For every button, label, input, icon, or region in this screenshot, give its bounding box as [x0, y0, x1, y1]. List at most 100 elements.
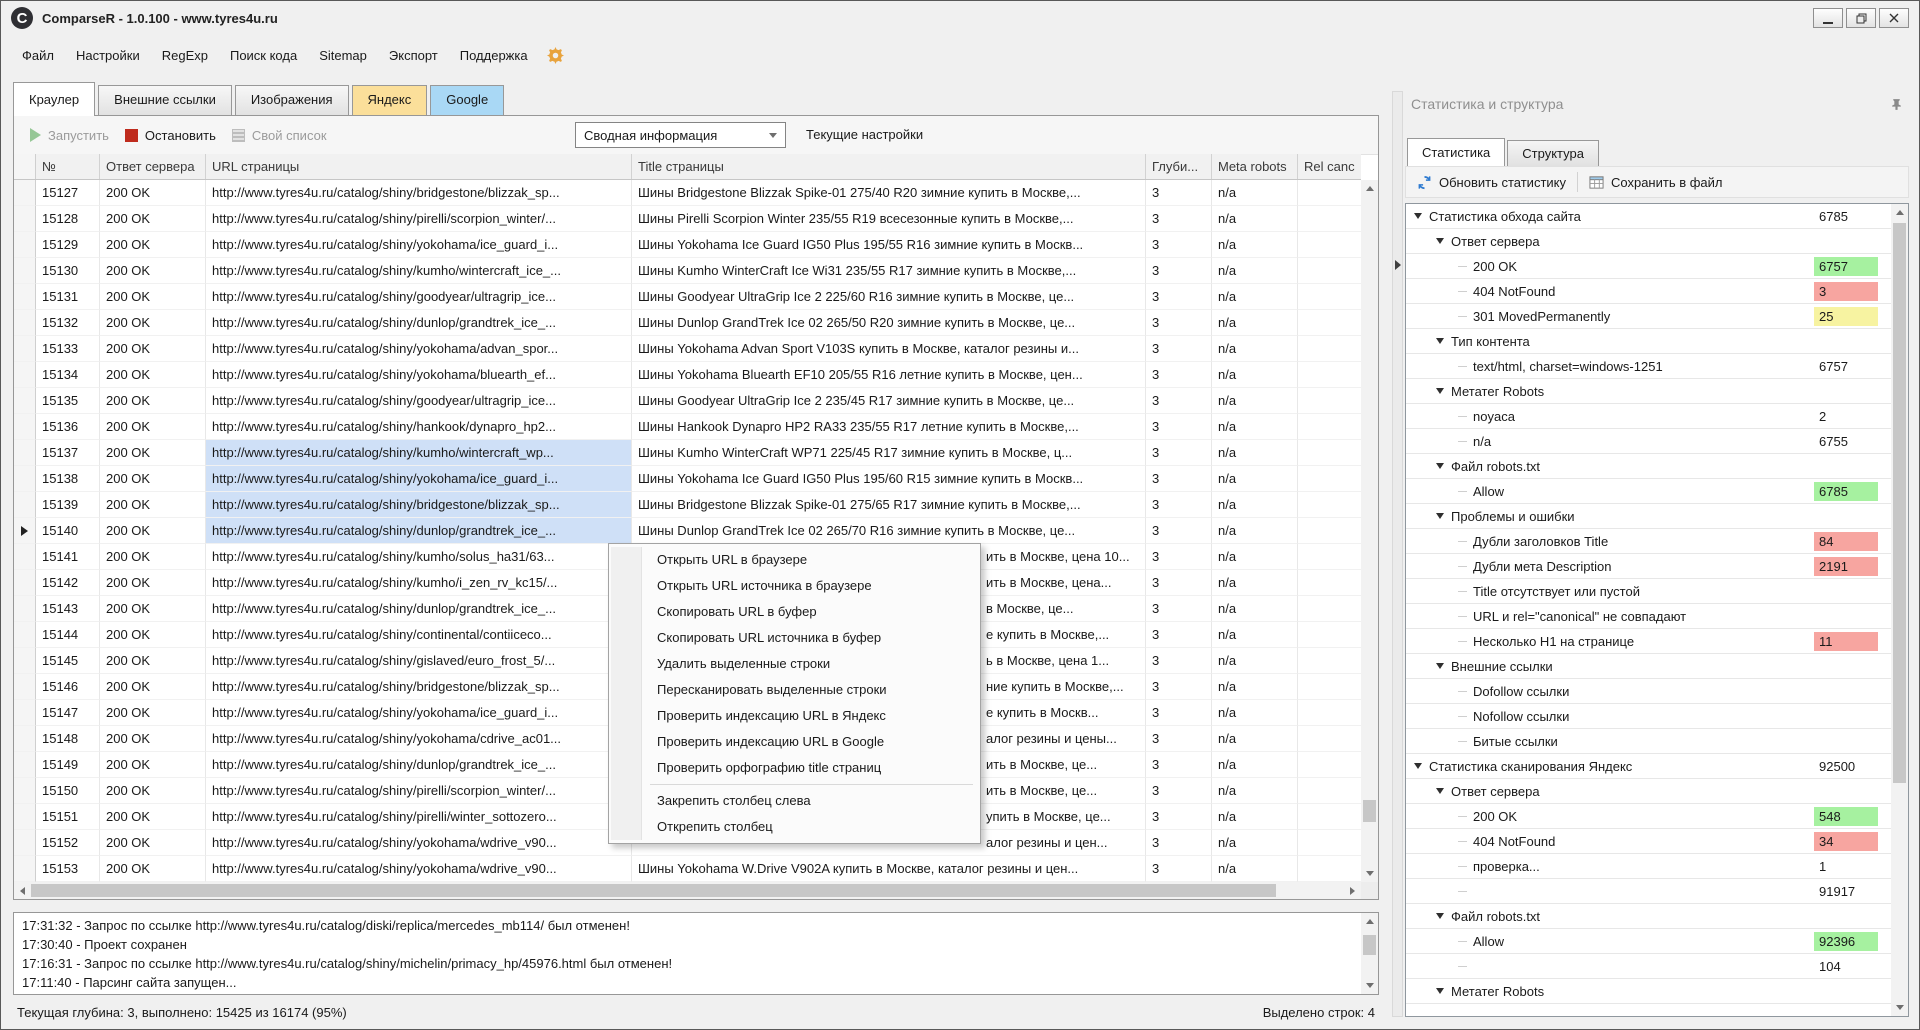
tree-scroll-down-button[interactable] — [1891, 999, 1908, 1016]
expander-icon[interactable] — [1414, 213, 1422, 219]
tab-crawler[interactable]: Краулер — [13, 82, 96, 116]
cell-url[interactable]: http://www.tyres4u.ru/catalog/shiny/yoko… — [206, 336, 632, 362]
tree-item[interactable]: Nofollow ссылки — [1406, 704, 1908, 729]
tab-google[interactable]: Google — [430, 85, 505, 115]
expander-icon[interactable] — [1436, 913, 1444, 919]
cell-title[interactable]: Шины Dunlop GrandTrek Ice 02 265/70 R16 … — [632, 518, 1146, 544]
table-row[interactable]: 15135 200 OK http://www.tyres4u.ru/catalog… — [14, 388, 1361, 414]
cell-url[interactable]: http://www.tyres4u.ru/catalog/shiny/good… — [206, 388, 632, 414]
context-menu-item-open-url-in-browser[interactable]: Открыть URL в браузере — [610, 547, 979, 573]
tree-item[interactable]: Битые ссылки — [1406, 729, 1908, 754]
cell-title[interactable]: Шины Bridgestone Blizzak Spike-01 275/40… — [632, 180, 1146, 206]
context-menu-item-pin-column-left[interactable]: Закрепить столбец слева — [610, 788, 979, 814]
context-menu-item-unpin-column[interactable]: Открепить столбец — [610, 814, 979, 840]
context-menu-item-copy-source-url-to-clipboard[interactable]: Скопировать URL источника в буфер — [610, 625, 979, 651]
tree-item[interactable]: 200 OK 548 — [1406, 804, 1908, 829]
table-row[interactable]: 15134 200 OK http://www.tyres4u.ru/catalog… — [14, 362, 1361, 388]
cell-title[interactable]: Шины Hankook Dynapro HP2 RA33 235/55 R17… — [632, 414, 1146, 440]
cell-url[interactable]: http://www.tyres4u.ru/catalog/shiny/dunl… — [206, 752, 632, 778]
horizontal-scroll-thumb[interactable] — [31, 884, 1276, 897]
expander-icon[interactable] — [1436, 513, 1444, 519]
tree-item[interactable]: 404 NotFound 34 — [1406, 829, 1908, 854]
cell-title[interactable]: Шины Dunlop GrandTrek Ice 02 265/50 R20 … — [632, 310, 1146, 336]
context-menu-item-delete-selected-rows[interactable]: Удалить выделенные строки — [610, 651, 979, 677]
tab-yandex[interactable]: Яндекс — [351, 85, 428, 115]
cell-url[interactable]: http://www.tyres4u.ru/catalog/shiny/pire… — [206, 804, 632, 830]
log-scroll-thumb[interactable] — [1363, 935, 1376, 955]
stop-button[interactable]: Остановить — [124, 128, 216, 143]
scroll-right-button[interactable] — [1344, 882, 1361, 899]
cell-url[interactable]: http://www.tyres4u.ru/catalog/shiny/brid… — [206, 180, 632, 206]
expander-icon[interactable] — [1436, 663, 1444, 669]
tree-item[interactable]: Метатег Robots — [1406, 379, 1908, 404]
tree-scrollbar[interactable] — [1891, 204, 1908, 1016]
column-header-url[interactable]: URL страницы — [206, 154, 632, 179]
collapse-panel-arrow-icon[interactable] — [1395, 260, 1401, 270]
table-row[interactable]: 15137 200 OK http://www.tyres4u.ru/catalog… — [14, 440, 1361, 466]
cell-url[interactable]: http://www.tyres4u.ru/catalog/shiny/good… — [206, 284, 632, 310]
cell-url[interactable]: http://www.tyres4u.ru/catalog/shiny/gisl… — [206, 648, 632, 674]
cell-url[interactable]: http://www.tyres4u.ru/catalog/shiny/yoko… — [206, 830, 632, 856]
cell-url[interactable]: http://www.tyres4u.ru/catalog/shiny/yoko… — [206, 700, 632, 726]
tree-item[interactable] — [1406, 1004, 1908, 1016]
table-row[interactable]: 15136 200 OK http://www.tyres4u.ru/catalog… — [14, 414, 1361, 440]
tree-item[interactable]: Allow 6785 — [1406, 479, 1908, 504]
table-horizontal-scrollbar[interactable] — [14, 882, 1361, 899]
table-row[interactable]: 15139 200 OK http://www.tyres4u.ru/catalog… — [14, 492, 1361, 518]
cell-title[interactable]: Шины Yokohama Bluearth EF10 205/55 R16 л… — [632, 362, 1146, 388]
cell-url[interactable]: http://www.tyres4u.ru/catalog/shiny/kumh… — [206, 258, 632, 284]
cell-url[interactable]: http://www.tyres4u.ru/catalog/shiny/kumh… — [206, 544, 632, 570]
tab-images[interactable]: Изображения — [234, 85, 349, 115]
log-scroll-down-button[interactable] — [1361, 977, 1378, 994]
cell-title[interactable]: Шины Yokohama Ice Guard IG50 Plus 195/60… — [632, 466, 1146, 492]
cell-title[interactable]: Шины Yokohama Ice Guard IG50 Plus 195/55… — [632, 232, 1146, 258]
cell-url[interactable]: http://www.tyres4u.ru/catalog/shiny/yoko… — [206, 232, 632, 258]
tree-item[interactable]: Проблемы и ошибки — [1406, 504, 1908, 529]
settings-gear-icon[interactable] — [546, 46, 564, 64]
tree-item[interactable]: 200 OK 6757 — [1406, 254, 1908, 279]
menu-item-file[interactable]: Файл — [11, 41, 65, 70]
column-header-title[interactable]: Title страницы — [632, 154, 1146, 179]
expander-icon[interactable] — [1414, 763, 1422, 769]
cell-url[interactable]: http://www.tyres4u.ru/catalog/shiny/brid… — [206, 492, 632, 518]
cell-url[interactable]: http://www.tyres4u.ru/catalog/shiny/dunl… — [206, 596, 632, 622]
tree-item[interactable]: URL и rel="canonical" не совпадают — [1406, 604, 1908, 629]
tab-external-links[interactable]: Внешние ссылки — [98, 85, 232, 115]
start-button[interactable]: Запустить — [30, 128, 109, 143]
panel-splitter[interactable] — [1392, 91, 1403, 1017]
menu-item-regexp[interactable]: RegExp — [151, 41, 219, 70]
tree-item[interactable]: Ответ сервера — [1406, 779, 1908, 804]
tree-item[interactable]: Файл robots.txt — [1406, 904, 1908, 929]
tree-item[interactable]: Файл robots.txt — [1406, 454, 1908, 479]
cell-url[interactable]: http://www.tyres4u.ru/catalog/shiny/cont… — [206, 622, 632, 648]
tree-item[interactable]: 104 — [1406, 954, 1908, 979]
scroll-left-button[interactable] — [14, 882, 31, 899]
cell-url[interactable]: http://www.tyres4u.ru/catalog/shiny/yoko… — [206, 362, 632, 388]
view-mode-select[interactable]: Сводная информация — [575, 122, 786, 148]
tree-item[interactable]: text/html, charset=windows-1251 6757 — [1406, 354, 1908, 379]
cell-title[interactable]: Шины Goodyear UltraGrip Ice 2 225/60 R16… — [632, 284, 1146, 310]
expander-icon[interactable] — [1436, 238, 1444, 244]
tree-item[interactable]: Ответ сервера — [1406, 229, 1908, 254]
close-button[interactable] — [1879, 8, 1909, 28]
menu-item-export[interactable]: Экспорт — [378, 41, 449, 70]
tree-item[interactable]: Дубли мета Description 2191 — [1406, 554, 1908, 579]
table-vertical-scrollbar[interactable] — [1361, 180, 1378, 882]
stats-tab-statistics[interactable]: Статистика — [1407, 138, 1506, 166]
context-menu-item-check-url-index-google[interactable]: Проверить индексацию URL в Google — [610, 729, 979, 755]
vertical-scroll-thumb[interactable] — [1363, 800, 1376, 822]
table-row[interactable]: 15132 200 OK http://www.tyres4u.ru/catalog… — [14, 310, 1361, 336]
expander-icon[interactable] — [1436, 988, 1444, 994]
expander-icon[interactable] — [1436, 338, 1444, 344]
table-row[interactable]: 15133 200 OK http://www.tyres4u.ru/catalog… — [14, 336, 1361, 362]
log-scrollbar[interactable] — [1361, 913, 1378, 994]
tree-item[interactable]: 301 MovedPermanently 25 — [1406, 304, 1908, 329]
expander-icon[interactable] — [1436, 388, 1444, 394]
table-row[interactable]: 15128 200 OK http://www.tyres4u.ru/catalog… — [14, 206, 1361, 232]
table-row[interactable]: 15131 200 OK http://www.tyres4u.ru/catalog… — [14, 284, 1361, 310]
table-row[interactable]: 15129 200 OK http://www.tyres4u.ru/catalog… — [14, 232, 1361, 258]
tree-item[interactable]: Статистика сканирования Яндекс 92500 — [1406, 754, 1908, 779]
context-menu-item-check-url-index-yandex[interactable]: Проверить индексацию URL в Яндекс — [610, 703, 979, 729]
tree-scroll-up-button[interactable] — [1891, 204, 1908, 221]
current-settings-label[interactable]: Текущие настройки — [806, 127, 923, 142]
